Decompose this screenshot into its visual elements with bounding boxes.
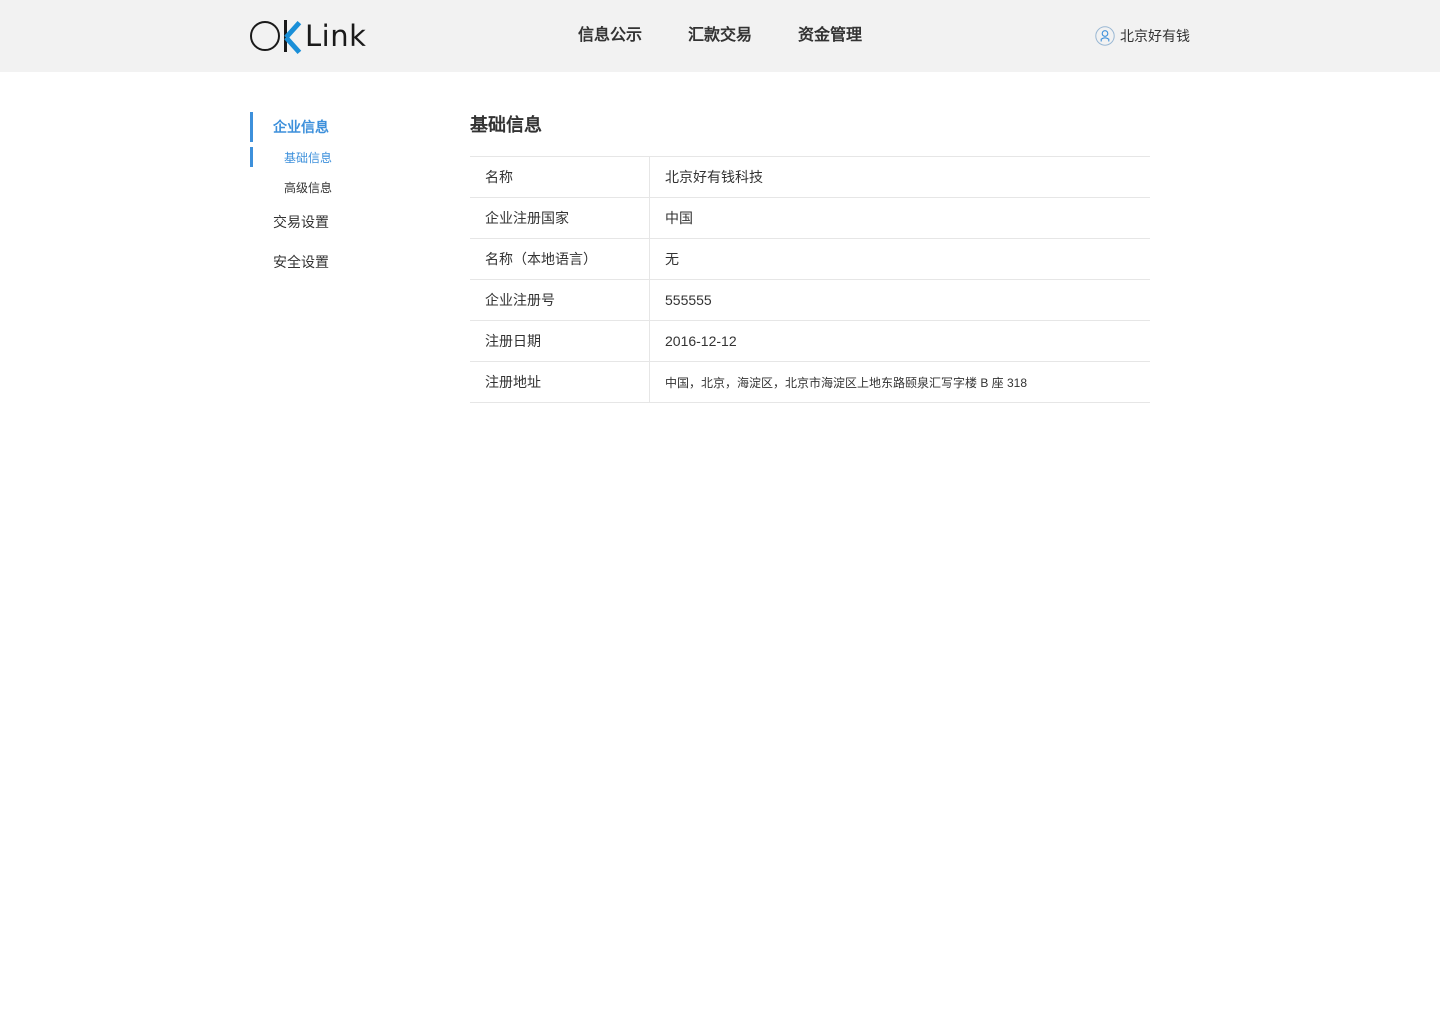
logo-o-mark [250, 21, 280, 51]
table-row: 注册地址 中国，北京，海淀区，北京市海淀区上地东路颐泉汇写字楼 B 座 318 [470, 362, 1150, 403]
user-menu[interactable]: 北京好有钱 [1095, 25, 1190, 47]
row-label: 企业注册国家 [470, 198, 650, 238]
row-value: 中国 [665, 210, 693, 226]
row-label: 注册地址 [470, 362, 650, 402]
row-label: 企业注册号 [470, 280, 650, 320]
sidebar-item-security-settings[interactable]: 安全设置 [250, 247, 450, 277]
top-header: Link 信息公示 汇款交易 资金管理 北京好有钱 [0, 0, 1440, 72]
table-row: 企业注册国家 中国 [470, 198, 1150, 239]
row-value: 2016-12-12 [665, 333, 737, 349]
main-nav: 信息公示 汇款交易 资金管理 [578, 24, 862, 48]
nav-fund-management[interactable]: 资金管理 [798, 24, 862, 48]
row-label: 名称（本地语言） [470, 239, 650, 279]
table-row: 注册日期 2016-12-12 [470, 321, 1150, 362]
main-content: 基础信息 名称 北京好有钱科技 企业注册国家 中国 名称（本地语言） 无 企业注… [470, 112, 1150, 403]
row-value: 中国，北京，海淀区，北京市海淀区上地东路颐泉汇写字楼 B 座 318 [665, 375, 1028, 390]
sidebar: 企业信息 基础信息 高级信息 交易设置 安全设置 [250, 112, 450, 277]
row-label: 注册日期 [470, 321, 650, 361]
user-icon [1095, 26, 1115, 46]
nav-info-disclosure[interactable]: 信息公示 [578, 24, 642, 48]
oklink-logo[interactable]: Link [250, 18, 367, 55]
sidebar-subitem-basic-info[interactable]: 基础信息 [250, 147, 450, 167]
sidebar-subitem-advanced-info[interactable]: 高级信息 [250, 177, 450, 197]
page-title: 基础信息 [470, 115, 542, 135]
table-row: 名称（本地语言） 无 [470, 239, 1150, 280]
user-name: 北京好有钱 [1120, 28, 1190, 44]
row-value: 无 [665, 251, 679, 267]
table-row: 企业注册号 555555 [470, 280, 1150, 321]
logo-text: Link [305, 19, 367, 53]
sidebar-item-company-info[interactable]: 企业信息 [250, 112, 450, 142]
row-value: 555555 [665, 292, 712, 308]
row-value: 北京好有钱科技 [665, 169, 763, 185]
nav-remittance[interactable]: 汇款交易 [688, 24, 752, 48]
table-row: 名称 北京好有钱科技 [470, 157, 1150, 198]
row-label: 名称 [470, 157, 650, 197]
sidebar-item-trade-settings[interactable]: 交易设置 [250, 207, 450, 237]
logo-k-mark [282, 20, 304, 55]
basic-info-table: 名称 北京好有钱科技 企业注册国家 中国 名称（本地语言） 无 企业注册号 55… [470, 156, 1150, 403]
